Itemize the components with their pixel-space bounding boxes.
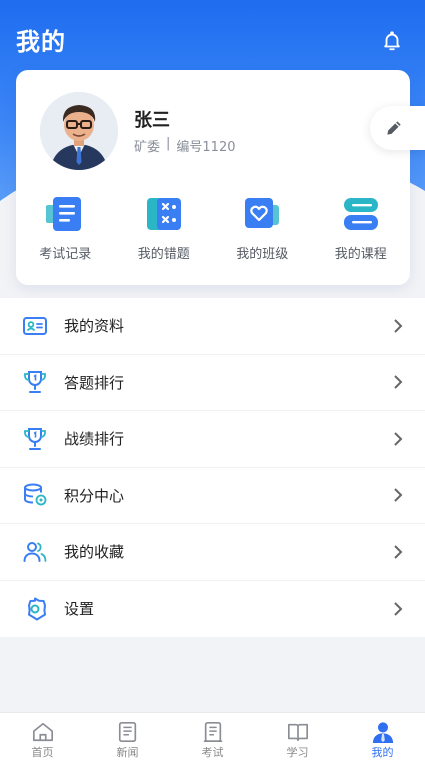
quick-link-my-class[interactable]: 我的班级 [217, 195, 307, 262]
avatar-illustration [40, 92, 118, 170]
user-name: 张三 [134, 110, 170, 131]
bottom-tab-bar: 首页 新闻 考试 学习 我的 [0, 712, 425, 760]
course-icon [343, 198, 378, 230]
book-icon [287, 723, 308, 742]
settings-menu: 我的资料 答题排行 战绩排行 积分中心 我的收藏 设置 [0, 298, 425, 637]
edit-profile-button[interactable] [370, 106, 425, 150]
chevron-right-icon [394, 375, 403, 389]
menu-item-my-profile[interactable]: 我的资料 [0, 298, 425, 355]
users-icon [23, 541, 47, 562]
tab-mine[interactable]: 我的 [340, 713, 425, 760]
home-icon [32, 722, 53, 742]
avatar[interactable] [40, 92, 118, 170]
tab-label: 新闻 [116, 746, 139, 759]
quick-link-label: 考试记录 [39, 247, 92, 262]
exam-record-icon [46, 197, 82, 231]
menu-item-label: 我的资料 [64, 317, 125, 336]
database-icon [24, 483, 47, 506]
chevron-right-icon [394, 545, 403, 559]
news-icon [118, 722, 136, 742]
menu-item-label: 答题排行 [64, 373, 125, 392]
tab-label: 我的 [371, 746, 394, 759]
menu-item-settings[interactable]: 设置 [0, 581, 425, 638]
bell-icon[interactable] [381, 30, 403, 52]
chevron-right-icon [394, 319, 403, 333]
page-title: 我的 [16, 28, 66, 56]
pencil-icon [387, 121, 401, 135]
quick-link-exam-records[interactable]: 考试记录 [20, 195, 110, 262]
chevron-right-icon [394, 488, 403, 502]
tab-news[interactable]: 新闻 [85, 713, 170, 760]
wrong-questions-icon [146, 198, 181, 230]
chevron-right-icon [394, 432, 403, 446]
tab-study[interactable]: 学习 [255, 713, 340, 760]
chevron-right-icon [394, 602, 403, 616]
user-meta: 矿委 | 编号1120 [134, 136, 236, 155]
class-icon [245, 198, 280, 228]
menu-item-label: 战绩排行 [64, 430, 125, 449]
menu-item-label: 积分中心 [64, 486, 125, 505]
menu-item-label: 设置 [64, 600, 95, 619]
user-id: 编号1120 [176, 140, 236, 155]
quick-link-label: 我的班级 [236, 247, 289, 262]
tab-label: 学习 [286, 746, 309, 759]
exam-icon [203, 722, 222, 742]
user-role: 矿委 [134, 140, 161, 155]
tab-label: 首页 [31, 746, 54, 759]
trophy-icon [24, 427, 46, 450]
tab-home[interactable]: 首页 [0, 713, 85, 760]
quick-link-wrong-questions[interactable]: 我的错题 [119, 195, 209, 262]
person-icon [372, 722, 393, 743]
menu-item-points-center[interactable]: 积分中心 [0, 468, 425, 524]
id-card-icon [23, 316, 47, 335]
trophy-icon [24, 371, 46, 394]
tab-label: 考试 [201, 746, 224, 759]
quick-link-my-course[interactable]: 我的课程 [316, 195, 406, 262]
profile-card: 张三 矿委 | 编号1120 考试记录 我的错题 我的班级 我的课程 [16, 70, 425, 285]
menu-item-record-ranking[interactable]: 战绩排行 [0, 411, 425, 468]
quick-link-label: 我的课程 [334, 247, 387, 262]
menu-item-my-favorites[interactable]: 我的收藏 [0, 524, 425, 581]
settings-icon [28, 597, 46, 621]
tab-exam[interactable]: 考试 [170, 713, 255, 760]
quick-link-label: 我的错题 [137, 247, 190, 262]
quick-links: 考试记录 我的错题 我的班级 我的课程 [16, 195, 410, 262]
meta-separator: | [166, 136, 171, 151]
menu-item-answer-ranking[interactable]: 答题排行 [0, 355, 425, 411]
menu-item-label: 我的收藏 [64, 543, 125, 562]
